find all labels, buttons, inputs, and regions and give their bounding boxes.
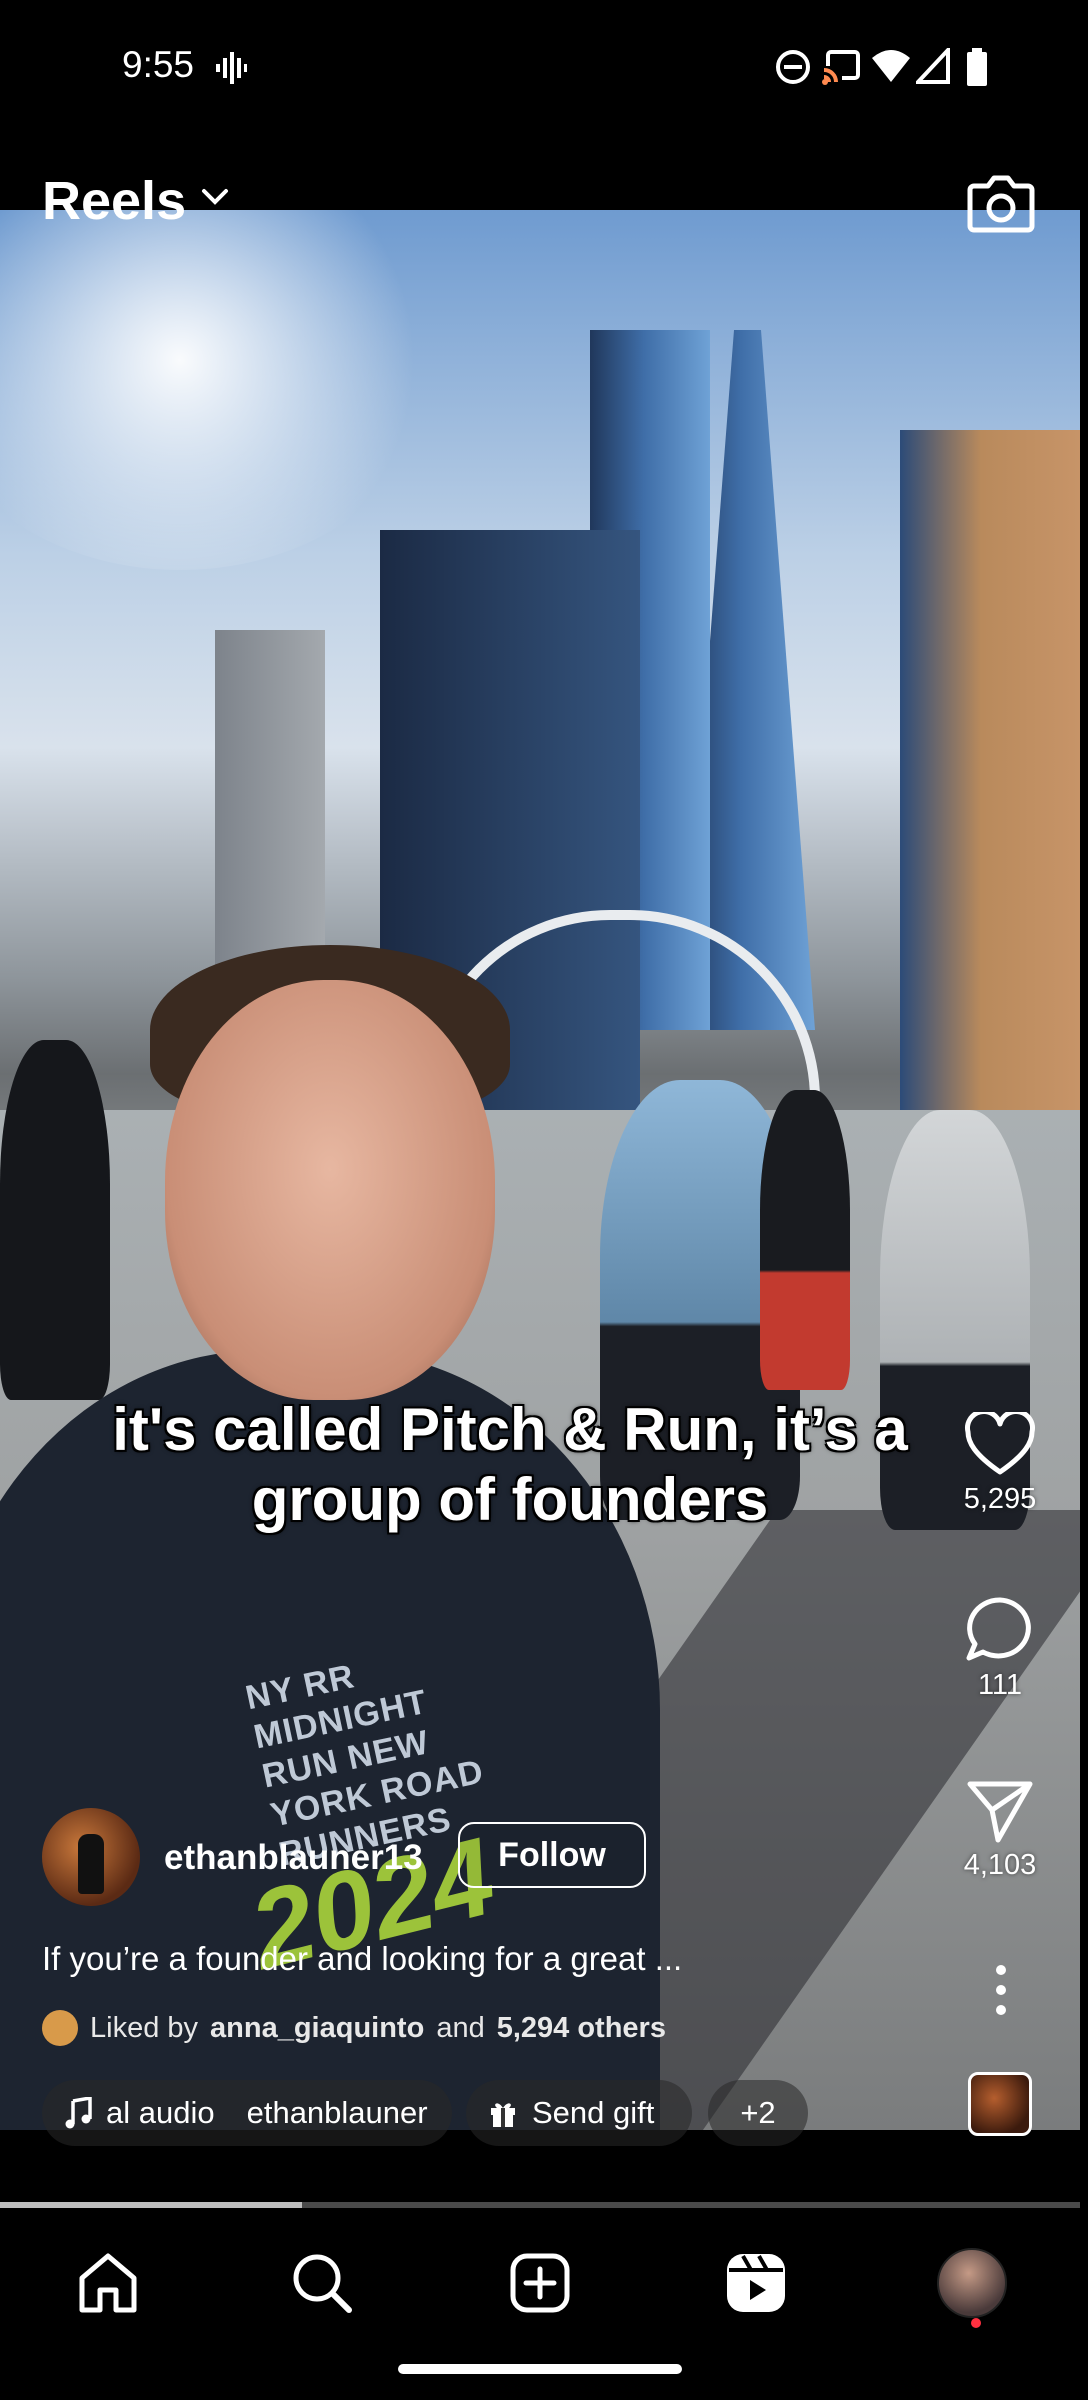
liked-by-avatar [42, 2010, 78, 2046]
home-icon[interactable] [76, 2252, 140, 2314]
comment-icon[interactable] [963, 1594, 1037, 1664]
signal-icon [916, 48, 950, 84]
heart-icon[interactable] [964, 1409, 1036, 1478]
camera-icon[interactable] [966, 170, 1036, 236]
music-note-icon [65, 2097, 92, 2129]
more-chips-label: +2 [740, 2095, 776, 2130]
voicemail-icon [216, 52, 247, 84]
battery-icon [967, 48, 987, 86]
like-action[interactable]: 5,295 [940, 1409, 1060, 1516]
search-icon[interactable] [290, 2251, 354, 2315]
audio-label: al audio [106, 2095, 215, 2130]
liked-by-and: and [436, 2011, 485, 2044]
send-gift-chip[interactable]: Send gift [466, 2080, 692, 2146]
follow-button[interactable]: Follow [458, 1822, 646, 1888]
liked-by-row[interactable]: Liked by anna_giaquinto and 5,294 others [42, 2010, 666, 2046]
nav-profile[interactable] [922, 2238, 1022, 2328]
liked-by-prefix: Liked by [90, 2011, 199, 2044]
runner-black [0, 1040, 110, 1400]
comment-count: 111 [977, 1669, 1023, 1701]
send-gift-label: Send gift [532, 2095, 655, 2130]
gift-icon [491, 2103, 515, 2127]
status-time: 9:55 [122, 44, 195, 85]
nav-reels[interactable] [706, 2238, 806, 2328]
more-chips[interactable]: +2 [708, 2080, 808, 2146]
nav-home[interactable] [58, 2238, 158, 2328]
comment-action[interactable]: 111 [940, 1594, 1060, 1702]
status-bar: 9:55 [0, 0, 1088, 140]
wifi-icon [872, 50, 910, 82]
cast-icon [822, 50, 860, 86]
author-avatar[interactable] [42, 1808, 140, 1906]
do-not-disturb-icon [776, 50, 810, 84]
share-count: 4,103 [963, 1849, 1037, 1881]
create-icon[interactable] [509, 2252, 571, 2314]
sun-glare [0, 210, 440, 570]
runner-red-shorts [760, 1090, 850, 1390]
audio-chip[interactable]: al audio ethanblauner [42, 2080, 452, 2146]
author-username[interactable]: ethanblauner13 [164, 1838, 423, 1878]
home-indicator[interactable] [398, 2364, 682, 2374]
audio-user: ethanblauner [246, 2095, 428, 2130]
send-icon[interactable] [964, 1778, 1036, 1844]
presenter-face [165, 980, 495, 1400]
reels-icon[interactable] [725, 2252, 787, 2314]
nav-create[interactable] [490, 2238, 590, 2328]
profile-avatar[interactable] [937, 2248, 1007, 2318]
more-options-icon[interactable] [986, 1960, 1016, 2020]
chevron-down-icon[interactable] [200, 186, 230, 208]
liked-by-others[interactable]: 5,294 others [497, 2012, 666, 2045]
audio-thumbnail[interactable] [968, 2072, 1032, 2136]
reels-title[interactable]: Reels [42, 170, 186, 232]
like-count: 5,295 [963, 1483, 1037, 1515]
post-description[interactable]: If you’re a founder and looking for a gr… [42, 1940, 682, 1978]
nav-search[interactable] [272, 2238, 372, 2328]
share-action[interactable]: 4,103 [940, 1778, 1060, 1882]
liked-by-user[interactable]: anna_giaquinto [210, 2012, 424, 2045]
profile-notification-dot [971, 2318, 981, 2328]
video-caption: it's called Pitch & Run, it’s a group of… [112, 1396, 908, 1533]
